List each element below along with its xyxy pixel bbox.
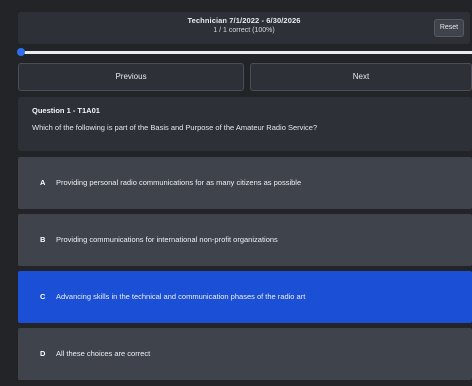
exam-title: Technician 7/1/2022 - 6/30/2026 xyxy=(187,16,301,25)
answer-letter: A xyxy=(40,178,46,187)
answer-text: All these choices are correct xyxy=(56,349,151,358)
previous-button[interactable]: Previous xyxy=(18,63,244,91)
answer-option-c[interactable]: C Advancing skills in the technical and … xyxy=(18,271,472,323)
answer-text: Advancing skills in the technical and co… xyxy=(56,292,306,301)
reset-button[interactable]: Reset xyxy=(434,19,464,37)
answer-option-a[interactable]: A Providing personal radio communication… xyxy=(18,157,472,209)
progress-knob[interactable] xyxy=(17,48,25,56)
answer-letter: D xyxy=(40,349,46,358)
progress-fill xyxy=(20,51,472,54)
answer-letter: B xyxy=(40,235,46,244)
score-text: 1 / 1 correct (100%) xyxy=(213,27,275,34)
answer-option-d[interactable]: D All these choices are correct xyxy=(18,328,472,380)
quiz-header: Technician 7/1/2022 - 6/30/2026 1 / 1 co… xyxy=(18,12,470,44)
answer-text: Providing personal radio communications … xyxy=(56,178,302,187)
question-id: Question 1 - T1A01 xyxy=(32,106,100,115)
quiz-app: Technician 7/1/2022 - 6/30/2026 1 / 1 co… xyxy=(0,0,472,386)
answer-text: Providing communications for internation… xyxy=(56,235,278,244)
question-card: Question 1 - T1A01 Which of the followin… xyxy=(18,97,472,151)
answer-option-b[interactable]: B Providing communications for internati… xyxy=(18,214,472,266)
progress-bar xyxy=(20,51,472,54)
answer-letter: C xyxy=(40,292,46,301)
next-button[interactable]: Next xyxy=(250,63,472,91)
question-text: Which of the following is part of the Ba… xyxy=(32,123,318,132)
